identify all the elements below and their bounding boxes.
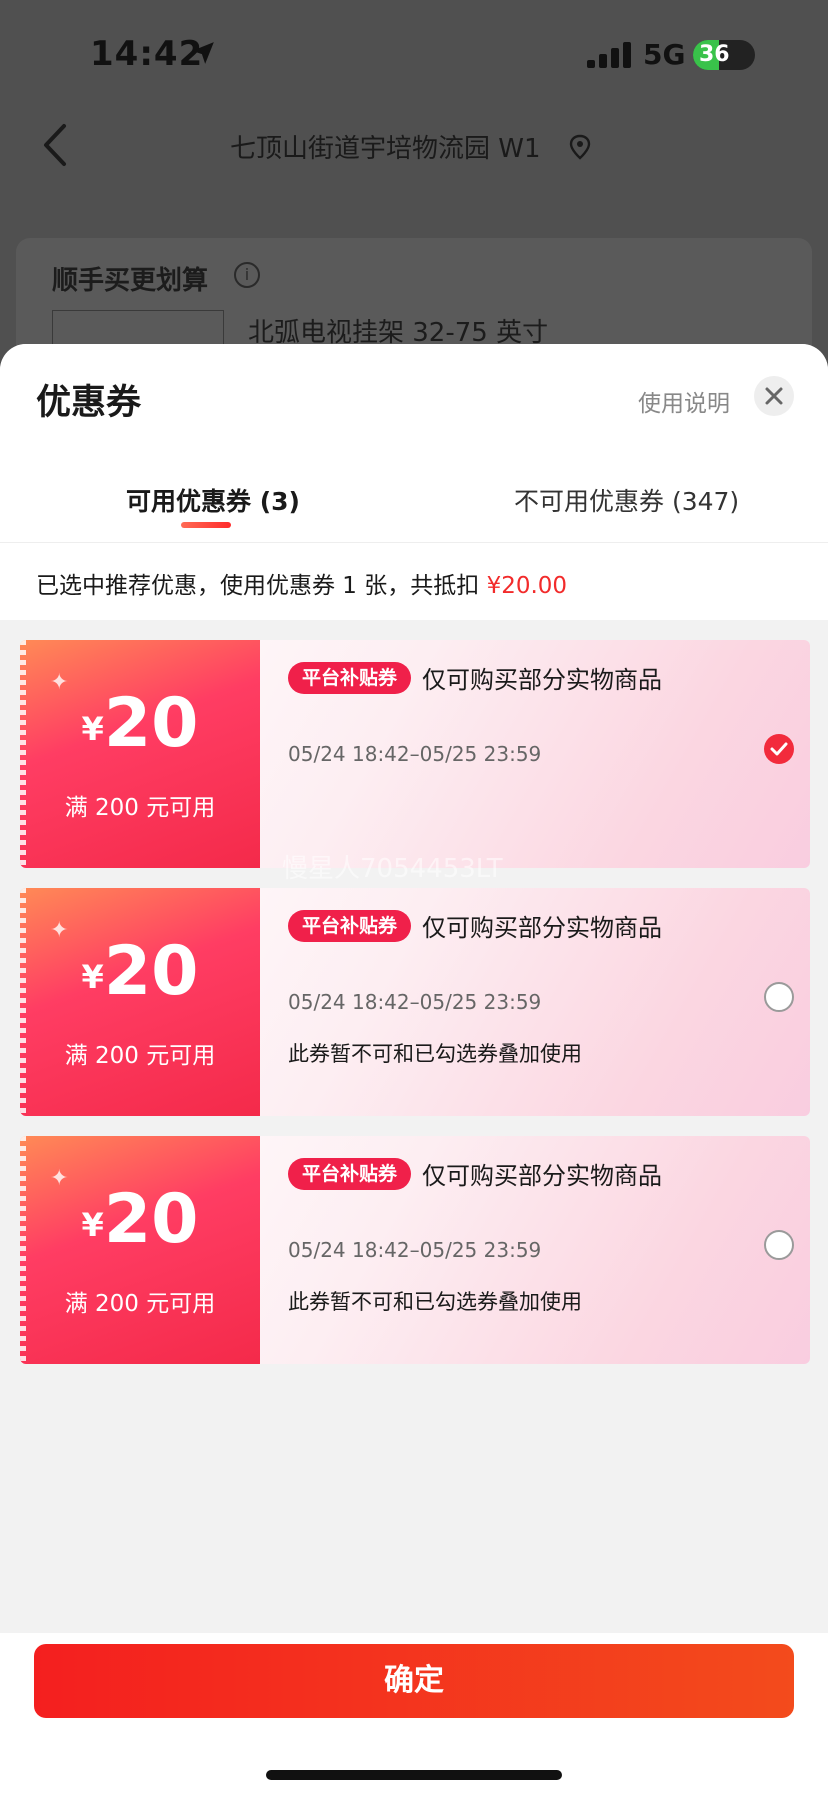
coupon-card[interactable]: ✦ ¥20 满 200 元可用 平台补贴券 仅可购买部分实物商品 05/24 1… [20, 888, 810, 1116]
coupon-scope: 仅可购买部分实物商品 [422, 914, 662, 942]
coupon-card[interactable]: ✦ ¥20 满 200 元可用 平台补贴券 仅可购买部分实物商品 05/24 1… [20, 1136, 810, 1364]
coupon-amount: 20 [103, 932, 199, 1011]
coupon-amount: 20 [103, 684, 199, 763]
coupon-checkbox[interactable] [764, 734, 794, 764]
close-icon [765, 387, 783, 405]
network-label: 5G [643, 38, 686, 71]
coupon-badge: 平台补贴券 [288, 662, 412, 694]
signal-icon [587, 42, 631, 68]
coupon-note: 此券暂不可和已勾选券叠加使用 [288, 1290, 582, 1314]
background-page: 14:42 5G 36 七顶山街道宇培物流园 W1 顺手买更划算 i 北弧电视挂… [0, 0, 828, 418]
sheet-title: 优惠券 [36, 383, 142, 423]
info-icon[interactable]: i [234, 262, 260, 288]
coupon-value-panel: ✦ ¥20 满 200 元可用 [20, 1136, 260, 1364]
tab-indicator [181, 522, 231, 528]
tab-unavailable[interactable]: 不可用优惠券 (347) [514, 482, 739, 518]
coupon-currency: ¥ [81, 1206, 104, 1244]
coupon-checkbox[interactable] [764, 982, 794, 1012]
coupon-condition: 满 200 元可用 [64, 795, 216, 821]
coupon-badge: 平台补贴券 [288, 910, 412, 942]
coupon-condition: 满 200 元可用 [64, 1043, 216, 1069]
divider [0, 542, 828, 543]
coupon-scope: 仅可购买部分实物商品 [422, 1162, 662, 1190]
selection-summary: 已选中推荐优惠，使用优惠券 1 张，共抵扣 ¥20.00 [36, 566, 567, 600]
location-pin-icon[interactable] [568, 134, 592, 162]
watermark: 慢星人7054453LT [282, 854, 503, 884]
coupon-currency: ¥ [81, 710, 104, 748]
coupon-amount: 20 [103, 1180, 199, 1259]
coupon-date: 05/24 18:42–05/25 23:59 [288, 990, 542, 1014]
status-time: 14:42 [90, 34, 204, 74]
coupon-scope: 仅可购买部分实物商品 [422, 666, 662, 694]
sheet-header: 优惠券 使用说明 可用优惠券 (3) 不可用优惠券 (347) 已选中推荐优惠，… [0, 344, 828, 620]
battery-indicator: 36 [693, 40, 755, 70]
coupon-checkbox[interactable] [764, 1230, 794, 1260]
coupon-value-panel: ✦ ¥20 满 200 元可用 [20, 888, 260, 1116]
coupon-card[interactable]: ✦ ¥20 满 200 元可用 平台补贴券 仅可购买部分实物商品 05/24 1… [20, 640, 810, 868]
location-arrow-icon [192, 42, 214, 64]
addon-card-title: 顺手买更划算 [52, 266, 209, 296]
address-title[interactable]: 七顶山街道宇培物流园 W1 [230, 128, 541, 165]
close-button[interactable] [754, 376, 794, 416]
coupon-condition: 满 200 元可用 [64, 1291, 216, 1317]
battery-level: 36 [699, 42, 730, 67]
usage-help-link[interactable]: 使用说明 [638, 384, 730, 418]
coupon-currency: ¥ [81, 958, 104, 996]
status-bar: 14:42 5G 36 [0, 0, 828, 110]
home-indicator [266, 1770, 562, 1780]
coupon-note: 此券暂不可和已勾选券叠加使用 [288, 1042, 582, 1066]
tab-available[interactable]: 可用优惠券 (3) [126, 482, 300, 518]
coupon-badge: 平台补贴券 [288, 1158, 412, 1190]
summary-amount: ¥20.00 [486, 573, 568, 599]
coupon-date: 05/24 18:42–05/25 23:59 [288, 742, 542, 766]
check-icon [770, 742, 788, 756]
confirm-button[interactable]: 确定 [34, 1644, 794, 1718]
coupon-date: 05/24 18:42–05/25 23:59 [288, 1238, 542, 1262]
coupon-value-panel: ✦ ¥20 满 200 元可用 [20, 640, 260, 868]
back-icon[interactable] [40, 122, 70, 168]
summary-text: 已选中推荐优惠，使用优惠券 1 张，共抵扣 [36, 573, 487, 599]
